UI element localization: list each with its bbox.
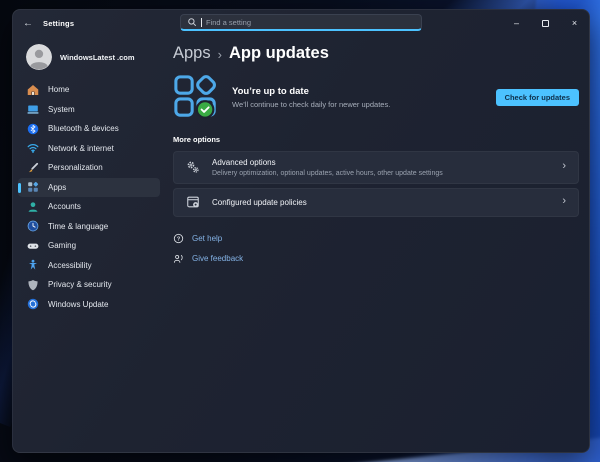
update-arrows-icon xyxy=(27,298,39,310)
help-links: ? Get help Give feedback xyxy=(173,233,579,264)
bluetooth-icon xyxy=(27,123,39,135)
search-input[interactable] xyxy=(206,18,415,27)
sidebar-item-gaming[interactable]: Gaming xyxy=(18,236,160,256)
sidebar-item-label: Privacy & security xyxy=(48,280,112,289)
maximize-button[interactable] xyxy=(531,10,560,36)
give-feedback-link[interactable]: Give feedback xyxy=(173,253,579,264)
avatar xyxy=(26,44,52,70)
game-controller-icon xyxy=(27,240,39,252)
update-status-title: You’re up to date xyxy=(232,86,390,97)
shield-icon xyxy=(27,279,39,291)
sidebar-item-accessibility[interactable]: Accessibility xyxy=(18,256,160,276)
sidebar-item-label: Gaming xyxy=(48,241,76,250)
breadcrumb-separator-icon: › xyxy=(218,46,222,62)
sidebar-item-label: Windows Update xyxy=(48,300,108,309)
chevron-right-icon: › xyxy=(562,161,566,174)
search-icon xyxy=(187,17,197,27)
link-label: Get help xyxy=(192,234,222,243)
accessibility-icon xyxy=(27,259,39,271)
advanced-options-row[interactable]: Advanced options Delivery optimization, … xyxy=(173,151,579,184)
row-title: Advanced options xyxy=(212,158,443,167)
sidebar-item-windows-update[interactable]: Windows Update xyxy=(18,295,160,315)
close-button[interactable]: × xyxy=(560,10,589,36)
sidebar-item-label: Accessibility xyxy=(48,261,92,270)
sidebar-item-apps[interactable]: Apps xyxy=(18,178,160,198)
system-icon xyxy=(27,103,39,115)
sidebar-item-label: Personalization xyxy=(48,163,103,172)
feedback-icon xyxy=(173,253,184,264)
home-icon xyxy=(27,84,39,96)
sidebar-item-personalization[interactable]: Personalization xyxy=(18,158,160,178)
row-subtitle: Delivery optimization, optional updates,… xyxy=(212,170,443,177)
gears-icon xyxy=(186,160,200,174)
window-controls: – × xyxy=(502,10,589,36)
apps-icon xyxy=(27,181,39,193)
help-icon: ? xyxy=(173,233,184,244)
sidebar-item-network-internet[interactable]: Network & internet xyxy=(18,139,160,159)
sidebar-item-privacy-security[interactable]: Privacy & security xyxy=(18,275,160,295)
sidebar-item-bluetooth-devices[interactable]: Bluetooth & devices xyxy=(18,119,160,139)
link-label: Give feedback xyxy=(192,254,243,263)
chevron-right-icon: › xyxy=(562,196,566,209)
search-box[interactable] xyxy=(180,14,422,31)
titlebar: ← Settings – × xyxy=(13,10,589,36)
text-caret xyxy=(201,18,202,27)
user-profile[interactable]: WindowsLatest .com xyxy=(13,40,165,78)
breadcrumb: Apps › App updates xyxy=(173,44,579,63)
main-content: Apps › App updates xyxy=(165,36,589,452)
sidebar-item-time-language[interactable]: Time & language xyxy=(18,217,160,237)
policy-document-icon xyxy=(186,195,200,209)
svg-text:?: ? xyxy=(177,236,181,242)
sidebar-item-label: Network & internet xyxy=(48,144,114,153)
user-name: WindowsLatest .com xyxy=(60,53,135,62)
paintbrush-icon xyxy=(27,162,39,174)
update-status-subtitle: We’ll continue to check daily for newer … xyxy=(232,100,390,109)
update-status-banner: You’re up to date We’ll continue to chec… xyxy=(173,74,579,120)
wifi-icon xyxy=(27,142,39,154)
check-for-updates-button[interactable]: Check for updates xyxy=(496,89,579,106)
sidebar: WindowsLatest .com Home xyxy=(13,36,165,452)
page-title: App updates xyxy=(229,44,329,63)
window-title: Settings xyxy=(43,19,74,28)
apps-update-status-icon xyxy=(173,74,219,120)
sidebar-item-system[interactable]: System xyxy=(18,100,160,120)
sidebar-item-label: Apps xyxy=(48,183,66,192)
configured-update-policies-row[interactable]: Configured update policies › xyxy=(173,188,579,217)
maximize-icon xyxy=(542,20,549,27)
sidebar-item-label: Home xyxy=(48,85,69,94)
settings-window: ← Settings – × xyxy=(12,9,590,453)
back-button[interactable]: ← xyxy=(13,10,43,36)
sidebar-item-label: Bluetooth & devices xyxy=(48,124,119,133)
more-options-heading: More options xyxy=(173,135,579,144)
clock-icon xyxy=(27,220,39,232)
minimize-button[interactable]: – xyxy=(502,10,531,36)
sidebar-item-label: Time & language xyxy=(48,222,108,231)
sidebar-item-accounts[interactable]: Accounts xyxy=(18,197,160,217)
sidebar-item-label: Accounts xyxy=(48,202,81,211)
breadcrumb-apps[interactable]: Apps xyxy=(173,44,211,63)
sidebar-item-home[interactable]: Home xyxy=(18,80,160,100)
person-icon xyxy=(27,201,39,213)
sidebar-item-label: System xyxy=(48,105,75,114)
get-help-link[interactable]: ? Get help xyxy=(173,233,579,244)
row-title: Configured update policies xyxy=(212,198,307,207)
sidebar-nav: Home System xyxy=(13,78,165,316)
